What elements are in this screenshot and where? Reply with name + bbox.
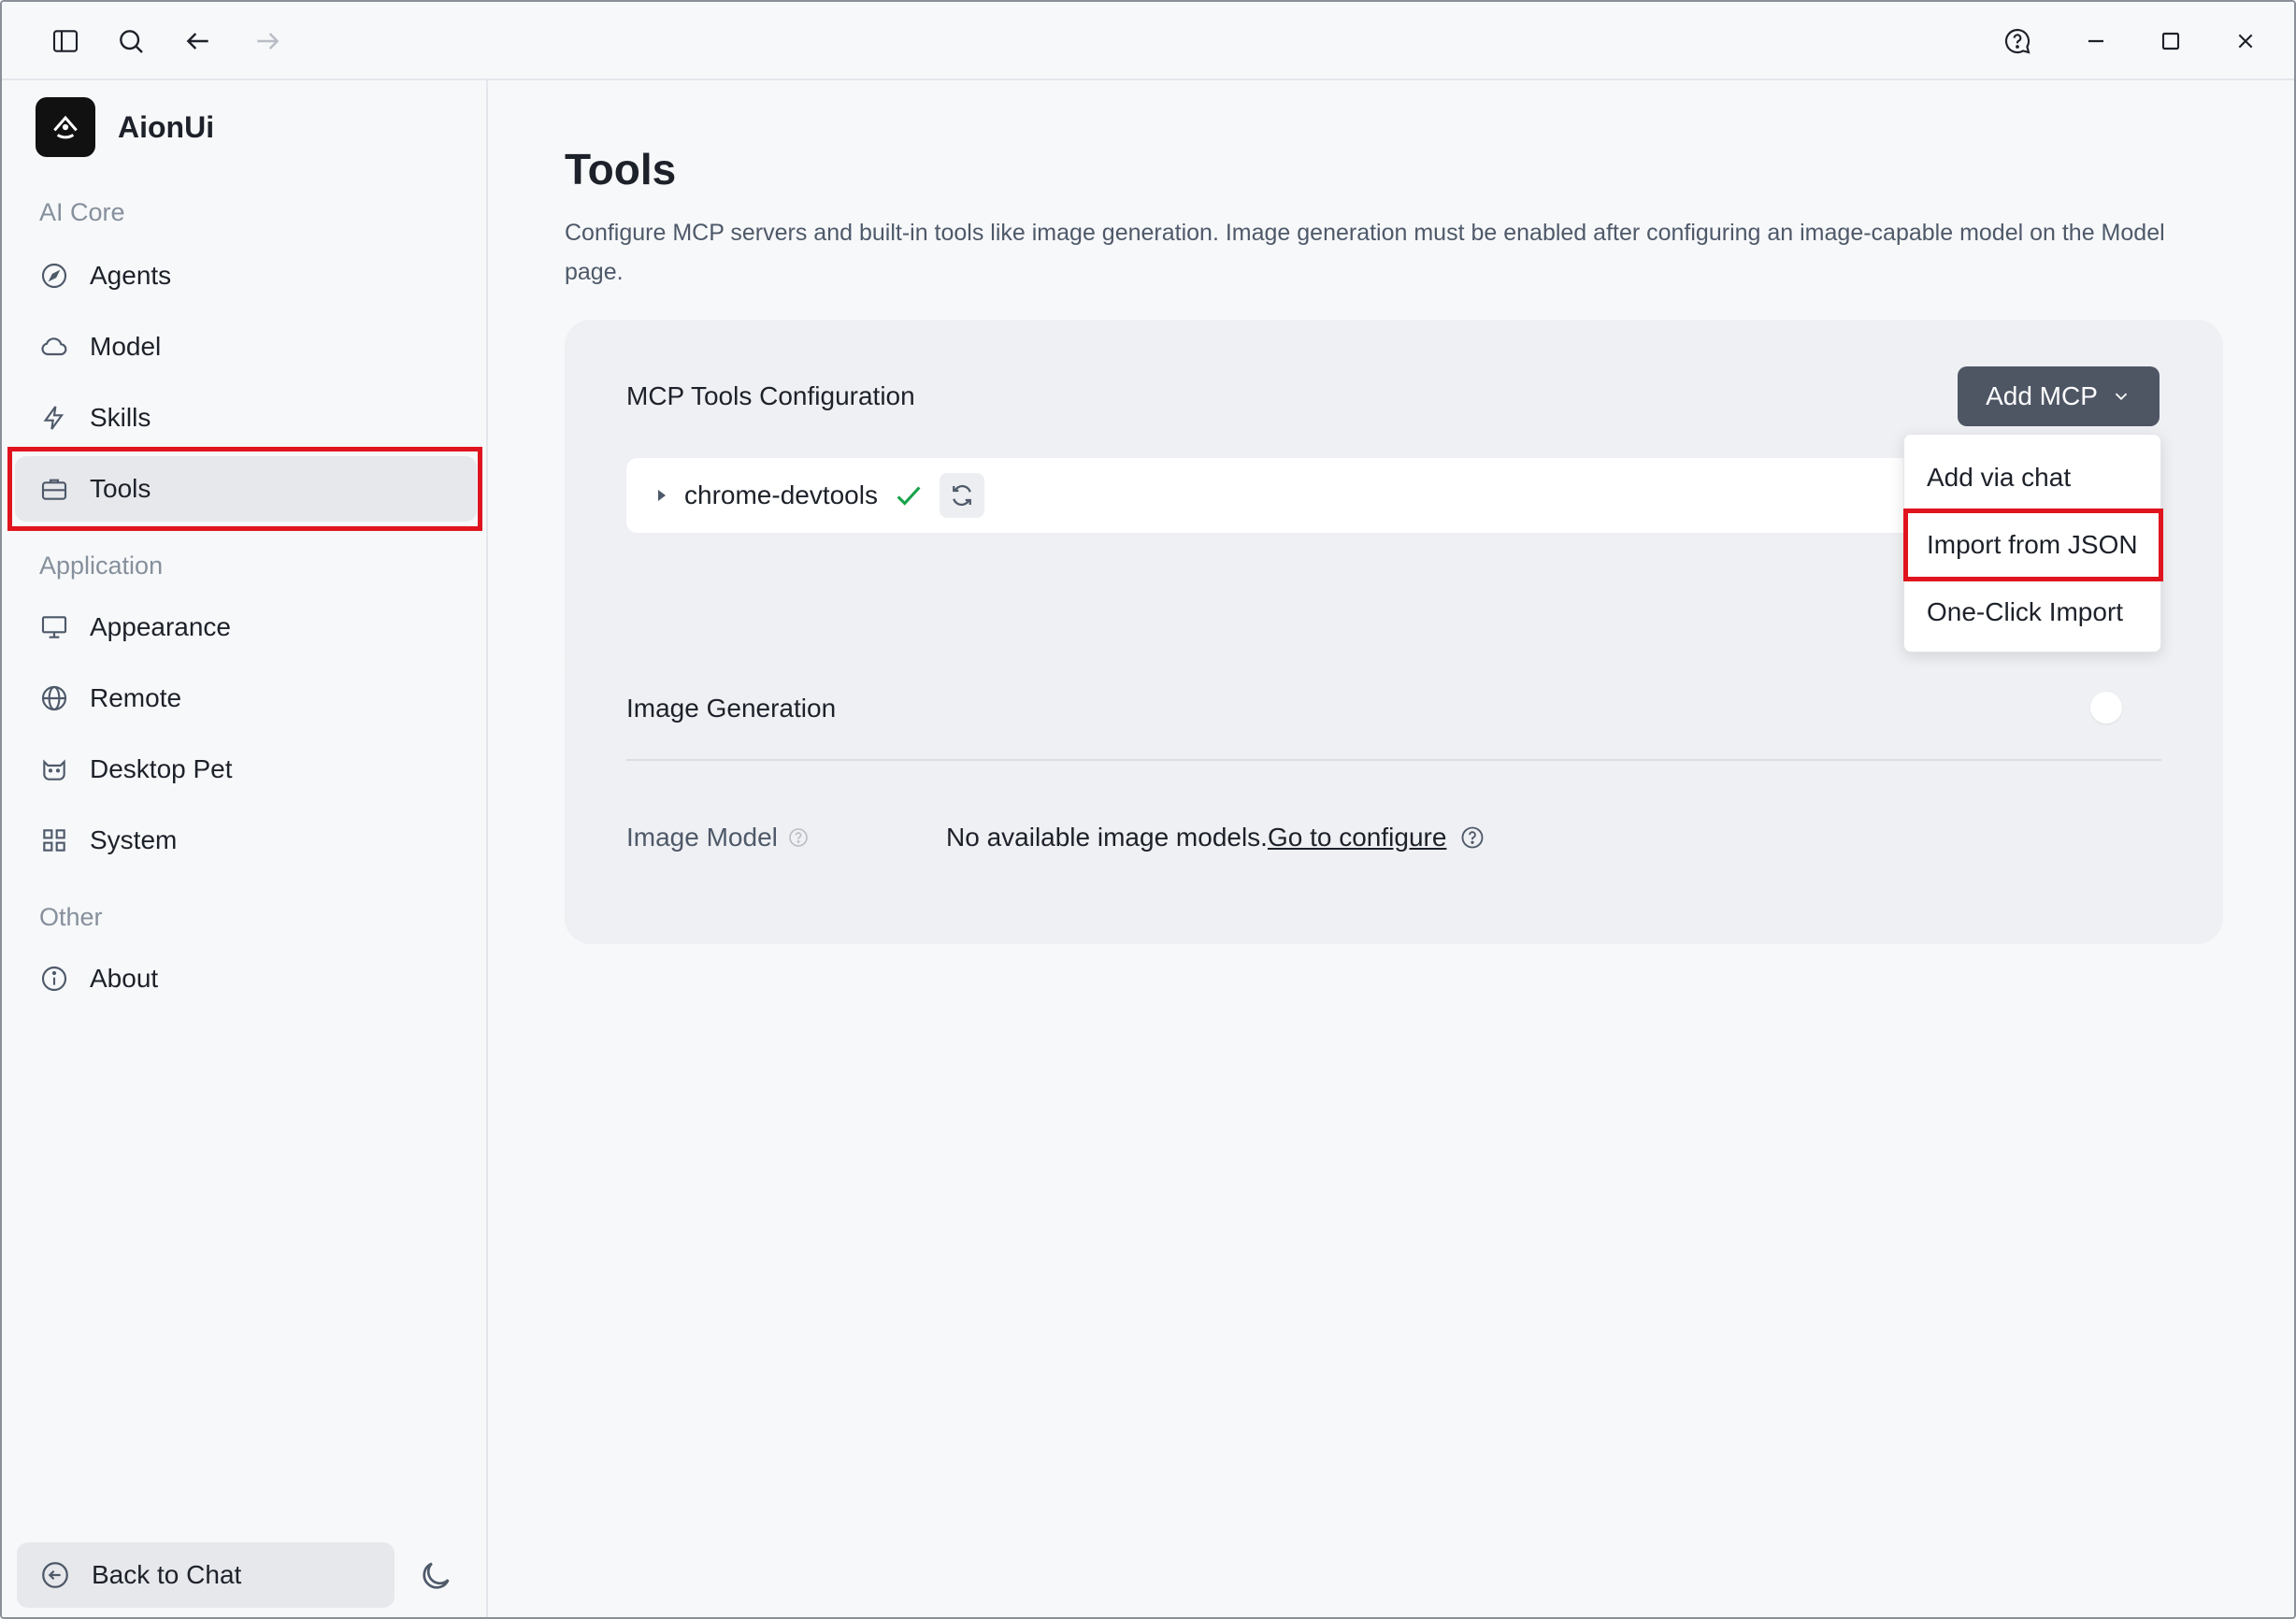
app-window: AionUi AI Core Agents Model Skills Tools… — [0, 0, 2296, 1619]
sidebar-item-label: Remote — [90, 683, 182, 712]
lightning-icon — [39, 403, 69, 433]
mcp-server-name: chrome-devtools — [684, 480, 878, 509]
check-icon — [893, 480, 925, 511]
sidebar-item-about[interactable]: About — [15, 946, 477, 1011]
page-title: Tools — [565, 145, 677, 193]
app-logo-icon — [36, 97, 95, 157]
sidebar-item-label: Appearance — [90, 612, 232, 641]
sidebar-item-label: Agents — [90, 261, 172, 290]
page-description: Configure MCP servers and built-in tools… — [565, 220, 2165, 285]
image-model-label: Image Model — [626, 823, 810, 852]
monitor-icon — [39, 612, 69, 642]
chevron-down-icon — [2111, 386, 2131, 407]
menu-item-import-from-json[interactable]: Import from JSON — [1904, 511, 2162, 579]
image-model-status: No available image models. — [946, 823, 1268, 852]
cat-icon — [39, 754, 69, 784]
sidebar: AionUi AI Core Agents Model Skills Tools… — [2, 80, 488, 1617]
help-chat-icon[interactable] — [1997, 21, 2038, 62]
sidebar-item-label: System — [90, 825, 178, 854]
image-model-value: No available image models. Go to configu… — [946, 823, 1485, 852]
back-to-chat-label: Back to Chat — [92, 1560, 242, 1589]
back-to-chat-button[interactable]: Back to Chat — [17, 1542, 395, 1608]
search-icon[interactable] — [110, 21, 151, 62]
cloud-icon — [39, 332, 69, 362]
sidebar-item-skills[interactable]: Skills — [15, 385, 477, 451]
mcp-tools-title: MCP Tools Configuration — [626, 381, 915, 410]
section-application: Application — [39, 552, 164, 580]
section-ai-core: AI Core — [39, 198, 125, 226]
caret-right-icon[interactable] — [654, 488, 669, 503]
refresh-icon[interactable] — [939, 473, 984, 518]
globe-icon — [39, 683, 69, 713]
sidebar-item-label: Model — [90, 332, 162, 361]
toolbox-icon — [39, 474, 69, 504]
help-circle-icon[interactable] — [787, 826, 810, 849]
help-circle-icon[interactable] — [1459, 824, 1485, 851]
titlebar — [2, 2, 2294, 80]
add-mcp-dropdown: Add via chat Import from JSON One-Click … — [1903, 434, 2161, 652]
close-icon[interactable] — [2225, 21, 2266, 62]
section-other: Other — [39, 903, 103, 931]
sidebar-item-label: Desktop Pet — [90, 754, 233, 783]
sidebar-item-model[interactable]: Model — [15, 314, 477, 380]
sidebar-item-label: Tools — [90, 474, 151, 503]
image-generation-card: Image Generation Image Model No availabl… — [565, 639, 2223, 944]
maximize-icon[interactable] — [2150, 21, 2191, 62]
sidebar-toggle-icon[interactable] — [45, 21, 86, 62]
info-icon — [39, 964, 69, 994]
sidebar-item-label: Skills — [90, 403, 151, 432]
add-mcp-label: Add MCP — [1986, 381, 2098, 410]
image-generation-title: Image Generation — [626, 694, 837, 723]
divider — [626, 759, 2161, 761]
minimize-icon[interactable] — [2075, 21, 2117, 62]
main-content: Tools Configure MCP servers and built-in… — [490, 80, 2294, 1617]
add-mcp-button[interactable]: Add MCP — [1958, 366, 2160, 426]
image-generation-toggle[interactable] — [2090, 692, 2122, 724]
menu-item-one-click-import[interactable]: One-Click Import — [1904, 579, 2162, 646]
brand: AionUi — [36, 97, 214, 157]
compass-icon — [39, 261, 69, 291]
app-name: AionUi — [118, 109, 215, 144]
menu-item-add-via-chat[interactable]: Add via chat — [1904, 444, 2162, 511]
sidebar-item-label: About — [90, 964, 159, 993]
sidebar-item-system[interactable]: System — [15, 808, 477, 873]
forward-arrow-icon[interactable] — [247, 21, 288, 62]
sidebar-item-agents[interactable]: Agents — [15, 243, 477, 308]
back-arrow-icon[interactable] — [178, 21, 219, 62]
go-to-configure-link[interactable]: Go to configure — [1268, 823, 1446, 852]
sidebar-item-desktop-pet[interactable]: Desktop Pet — [15, 737, 477, 802]
sidebar-item-remote[interactable]: Remote — [15, 666, 477, 731]
sidebar-item-appearance[interactable]: Appearance — [15, 595, 477, 660]
grid-icon — [39, 825, 69, 855]
image-model-label-text: Image Model — [626, 823, 778, 852]
sidebar-item-tools[interactable]: Tools — [15, 456, 477, 522]
arrow-left-circle-icon — [39, 1559, 71, 1591]
moon-icon[interactable] — [417, 1557, 454, 1595]
